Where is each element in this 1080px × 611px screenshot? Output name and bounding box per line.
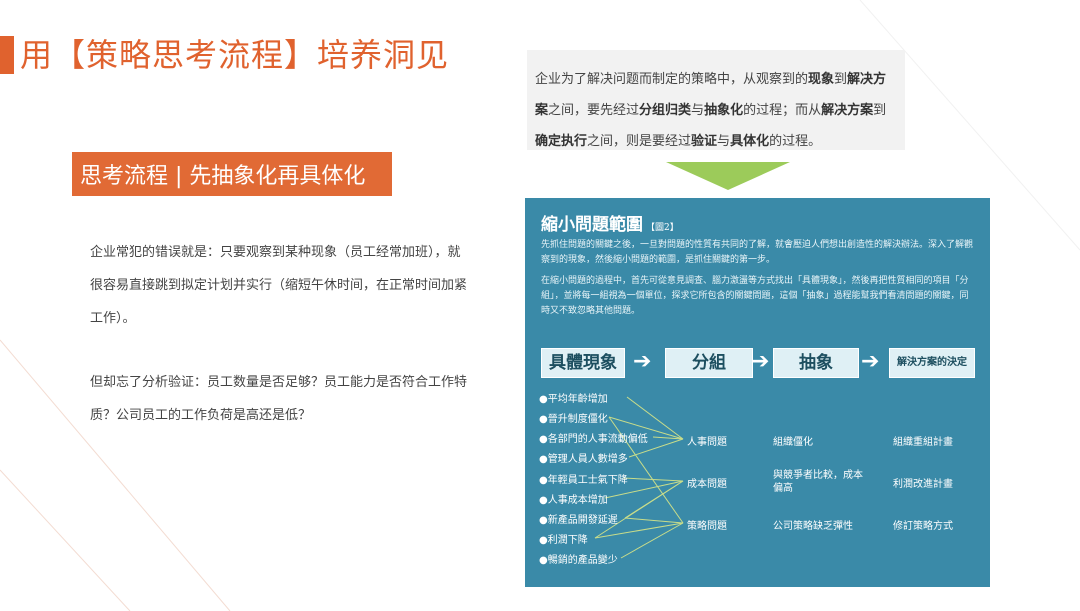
page-title: 用【策略思考流程】培养洞见 [20, 36, 450, 74]
phenomenon-item: ●人事成本增加 [539, 495, 608, 506]
desc-text: 到 [873, 103, 887, 118]
title-accent-bar [0, 36, 14, 74]
solution-label: 修訂策略方式 [893, 521, 953, 532]
phenomenon-item: ●平均年齡增加 [539, 394, 608, 405]
desc-bold: 验证 [691, 134, 718, 149]
down-arrow-icon [666, 162, 790, 190]
abstraction-label: 組織僵化 [773, 437, 813, 448]
phenomenon-item: ●新產品開發延遲 [539, 515, 618, 526]
desc-text: 与 [691, 103, 705, 118]
section-heading-box: 思考流程 | 先抽象化再具体化 [72, 152, 392, 196]
desc-bold: 确定执行 [535, 134, 588, 149]
description-box: 企业为了解决问题而制定的策略中，从观察到的现象到解决方案之间，要先经过分组归类与… [527, 50, 905, 150]
phenomenon-item: ●各部門的人事流動偏低 [539, 434, 648, 445]
slide: 用【策略思考流程】培养洞见 思考流程 | 先抽象化再具体化 企业常犯的错误就是：… [0, 0, 1080, 611]
abstraction-label: 公司策略缺乏彈性 [773, 521, 853, 532]
figure-panel: 縮小問題範圍 【圖2】 先抓住問題的關鍵之後，一旦對問題的性質有共同的了解，就會壓… [525, 198, 990, 587]
desc-text: 企业为了解决问题而制定的策略中，从观察到的 [535, 72, 809, 87]
solution-label: 利潤改進計畫 [893, 479, 953, 490]
phenomenon-item: ●晉升制度僵化 [539, 414, 608, 425]
body-paragraph-2: 但却忘了分析验证：员工数量是否足够？员工能力是否符合工作特质？公司员工的工作负荷… [90, 375, 468, 423]
desc-text: 与 [717, 134, 731, 149]
phenomenon-item: ●年輕員工士氣下降 [539, 475, 628, 486]
phenomenon-item: ●暢銷的產品變少 [539, 555, 618, 566]
desc-text: 之间，则是要经过 [587, 134, 692, 149]
desc-text: 之间，要先经过 [548, 103, 640, 118]
desc-bold: 分组归类 [639, 103, 692, 118]
desc-bold: 解决方案 [821, 103, 874, 118]
solution-label: 組織重組計畫 [893, 437, 953, 448]
body-paragraph-1: 企业常犯的错误就是：只要观察到某种现象（员工经常加班），就很容易直接跳到拟定计划… [90, 245, 468, 326]
desc-bold: 现象 [808, 72, 835, 87]
group-label: 策略問題 [687, 521, 727, 532]
desc-text: 到 [834, 72, 848, 87]
desc-text: 的过程。 [769, 134, 822, 149]
group-label: 人事問題 [687, 437, 727, 448]
desc-bold: 具体化 [730, 134, 770, 149]
group-label: 成本問題 [687, 479, 727, 490]
desc-bold: 抽象化 [704, 103, 744, 118]
abstraction-label: 與競爭者比較，成本偏高 [773, 470, 863, 494]
phenomenon-item: ●利潤下降 [539, 535, 588, 546]
section-heading: 思考流程 | 先抽象化再具体化 [80, 164, 366, 189]
phenomenon-item: ●管理人員人數增多 [539, 454, 628, 465]
desc-text: 的过程；而从 [743, 103, 822, 118]
